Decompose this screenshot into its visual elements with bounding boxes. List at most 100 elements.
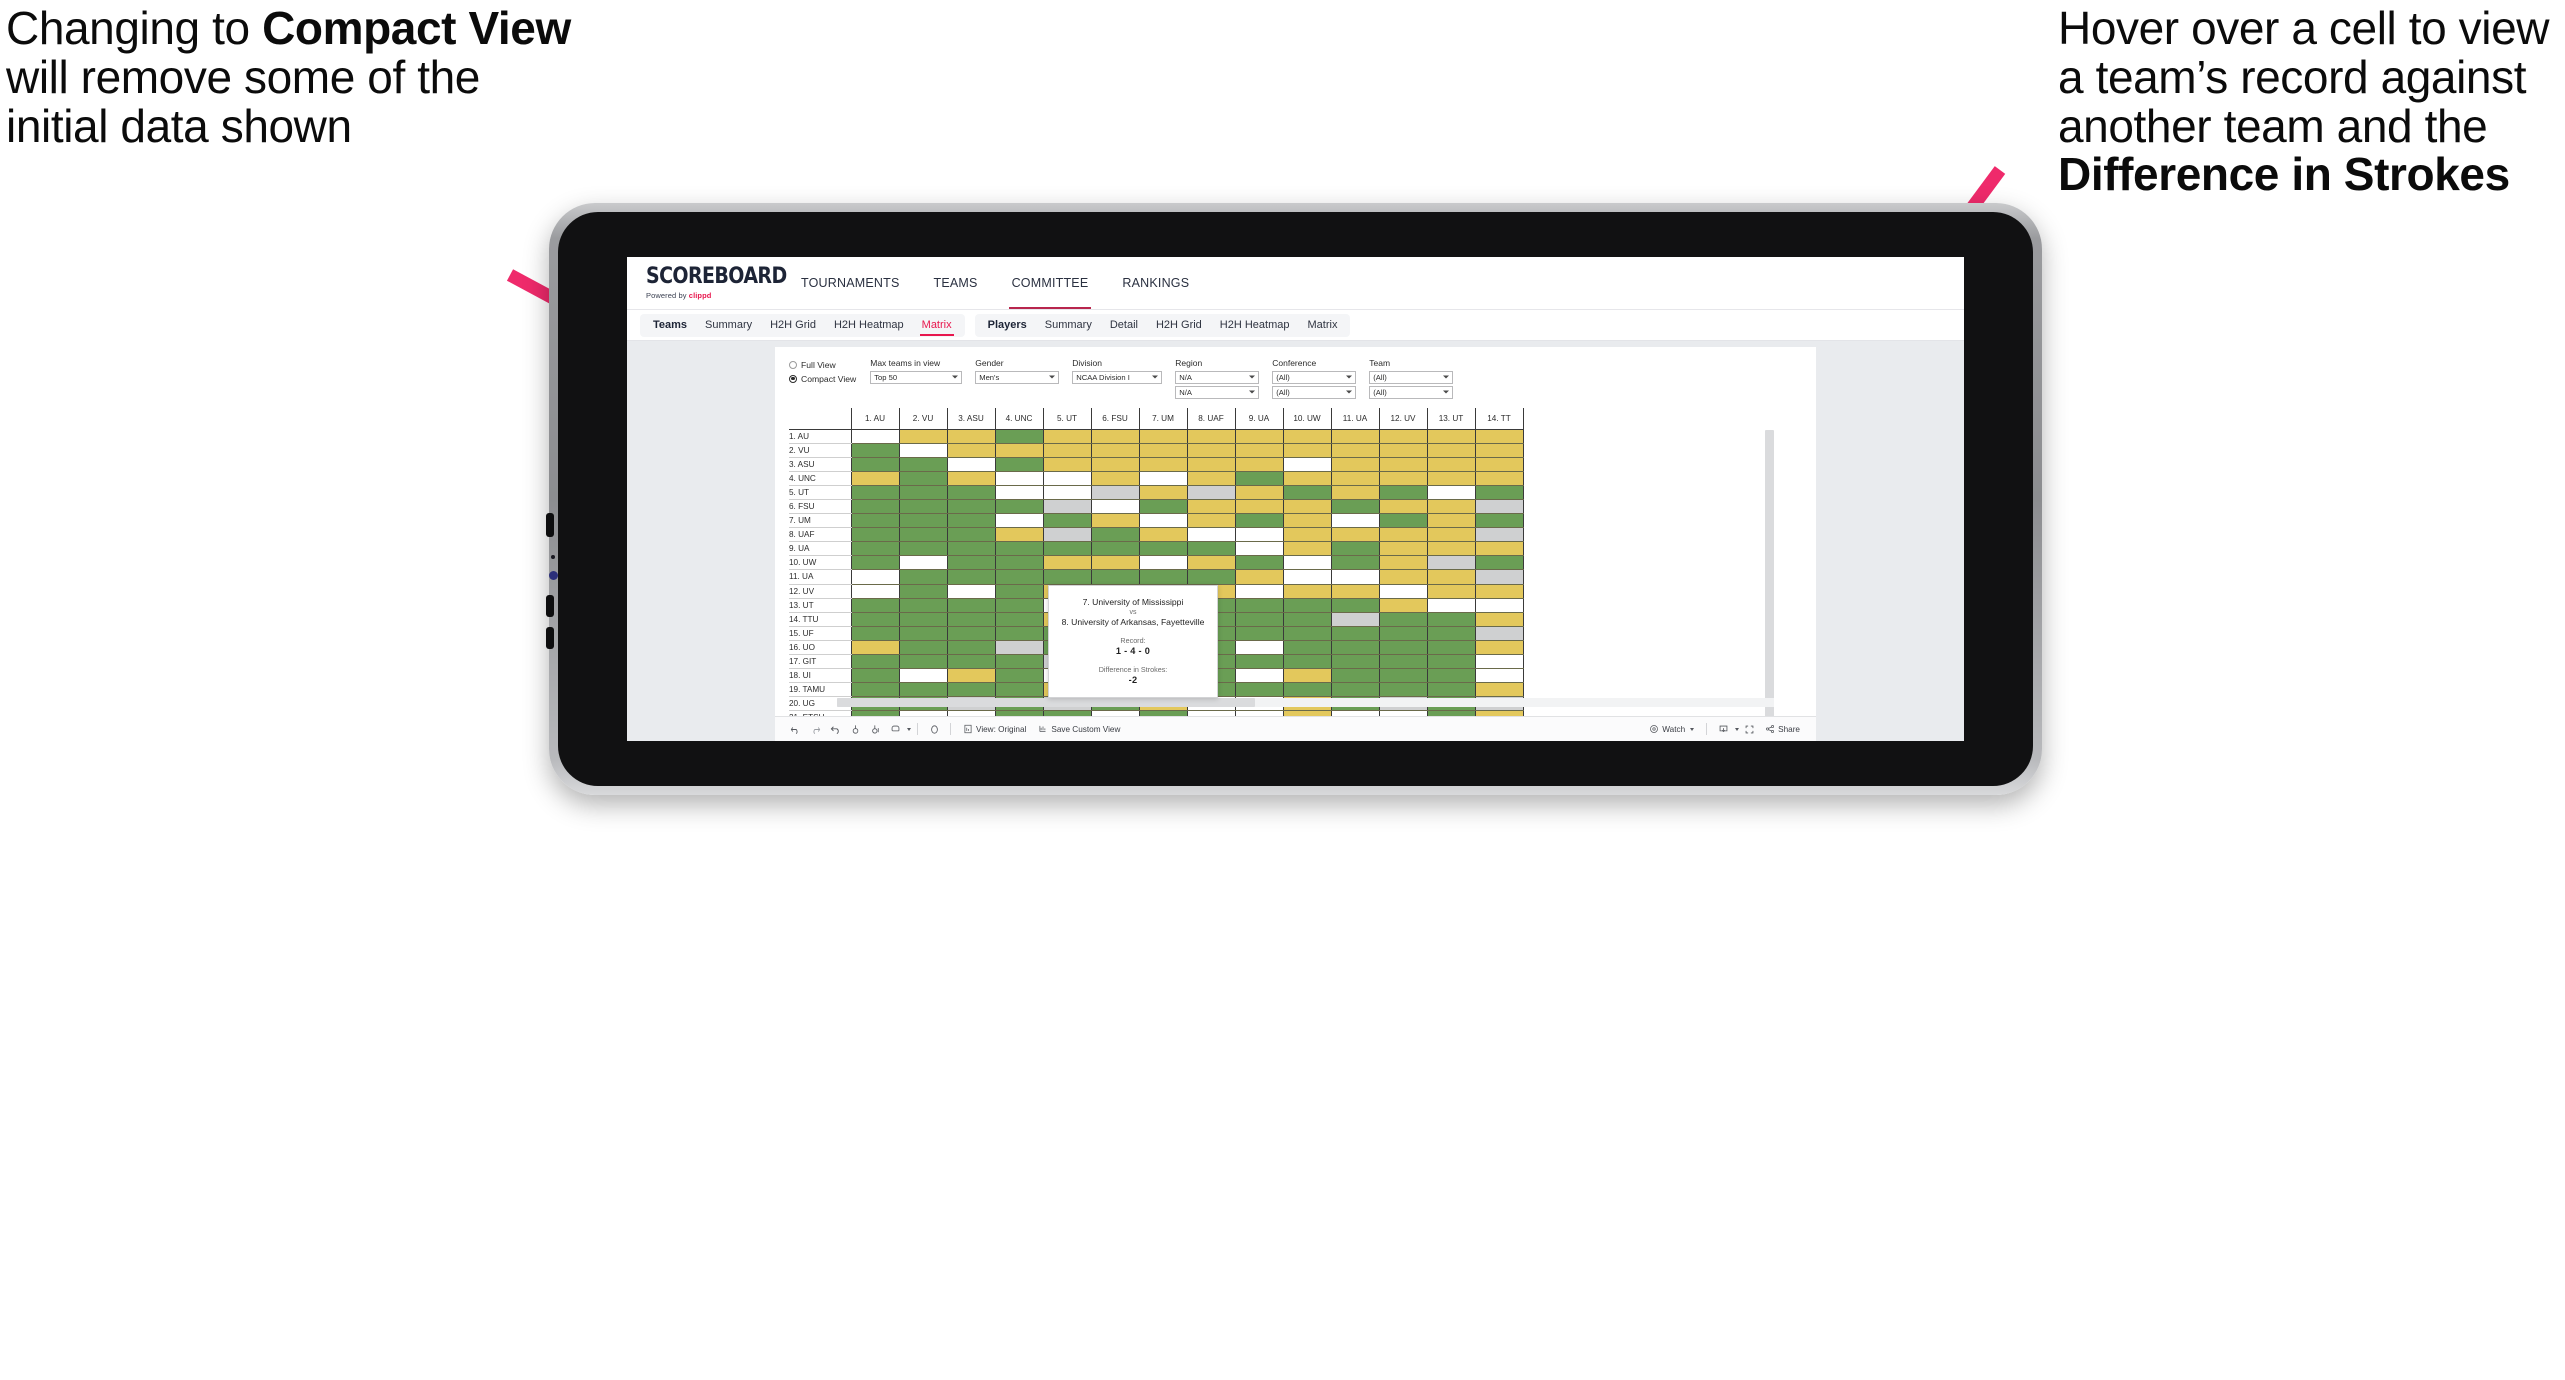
matrix-cell[interactable]: [946, 527, 996, 543]
matrix-cell[interactable]: [1234, 457, 1284, 472]
matrix-cell[interactable]: [1330, 471, 1380, 486]
matrix-cell[interactable]: [1474, 513, 1524, 529]
matrix-cell[interactable]: [1330, 499, 1380, 515]
matrix-cell[interactable]: [1234, 584, 1284, 599]
matrix-cell[interactable]: [1378, 443, 1428, 458]
matrix-cell[interactable]: [1474, 668, 1524, 684]
matrix-cell[interactable]: [1474, 612, 1524, 627]
matrix-cell[interactable]: [1426, 485, 1476, 500]
matrix-cell[interactable]: [1426, 527, 1476, 543]
matrix-cell[interactable]: [1138, 499, 1188, 515]
filter-region-select-2[interactable]: N/A: [1175, 386, 1260, 399]
matrix-cell[interactable]: [1474, 710, 1524, 716]
matrix-cell[interactable]: [994, 457, 1044, 472]
matrix-cell[interactable]: [994, 640, 1044, 656]
matrix-cell[interactable]: [898, 429, 948, 444]
matrix-cell[interactable]: [1330, 485, 1380, 500]
matrix-cell[interactable]: [1474, 682, 1524, 698]
matrix-cell[interactable]: [1474, 457, 1524, 472]
matrix-cell[interactable]: [1330, 555, 1380, 571]
matrix-cell[interactable]: [898, 457, 948, 472]
undo-icon[interactable]: [785, 717, 805, 741]
matrix-cell[interactable]: [1234, 668, 1284, 684]
matrix-cell[interactable]: [1090, 710, 1140, 716]
matrix-cell[interactable]: [1330, 612, 1380, 627]
matrix-cell[interactable]: [1042, 471, 1092, 486]
matrix-cell[interactable]: [898, 555, 948, 571]
matrix-cell[interactable]: [1282, 710, 1332, 716]
filter-division-select[interactable]: NCAA Division I: [1072, 371, 1163, 384]
matrix-cell[interactable]: [1282, 443, 1332, 458]
matrix-cell[interactable]: [850, 541, 900, 557]
matrix-cell[interactable]: [1330, 457, 1380, 472]
matrix-cell[interactable]: [946, 598, 996, 613]
matrix-cell[interactable]: [850, 640, 900, 656]
matrix-cell[interactable]: [1378, 668, 1428, 684]
matrix-cell[interactable]: [1234, 569, 1284, 585]
matrix-cell[interactable]: [946, 457, 996, 472]
device-button-mid[interactable]: [546, 595, 554, 617]
matrix-cell[interactable]: [1426, 682, 1476, 698]
matrix-cell[interactable]: [1090, 513, 1140, 529]
redo-icon[interactable]: [805, 717, 825, 741]
matrix-cell[interactable]: [898, 569, 948, 585]
matrix-cell[interactable]: [946, 541, 996, 557]
matrix-cell[interactable]: [850, 485, 900, 500]
matrix-cell[interactable]: [850, 513, 900, 529]
nav-committee[interactable]: COMMITTEE: [995, 257, 1106, 309]
radio-full-view-icon[interactable]: [789, 361, 797, 369]
matrix-cell[interactable]: [1282, 654, 1332, 670]
matrix-cell[interactable]: [898, 527, 948, 543]
matrix-cell[interactable]: [1426, 640, 1476, 656]
matrix-cell[interactable]: [1378, 429, 1428, 444]
matrix-cell[interactable]: [1426, 513, 1476, 529]
matrix-cell[interactable]: [946, 499, 996, 515]
matrix-cell[interactable]: [1378, 584, 1428, 599]
matrix-cell[interactable]: [1138, 485, 1188, 500]
matrix-cell[interactable]: [946, 569, 996, 585]
matrix-cell[interactable]: [850, 457, 900, 472]
matrix-cell[interactable]: [1330, 584, 1380, 599]
radio-compact-view-icon[interactable]: [789, 374, 797, 383]
matrix-cell[interactable]: [1474, 598, 1524, 613]
scoreboard-logo[interactable]: SCOREBOARD Powered by clippd: [646, 264, 787, 299]
matrix-cell[interactable]: [1138, 471, 1188, 486]
matrix-cell[interactable]: [1234, 471, 1284, 486]
matrix-cell[interactable]: [1426, 471, 1476, 486]
matrix-cell[interactable]: [946, 682, 996, 698]
matrix-cell[interactable]: [946, 555, 996, 571]
matrix-cell[interactable]: [1378, 499, 1428, 515]
matrix-cell[interactable]: [1186, 485, 1236, 500]
matrix-cell[interactable]: [850, 471, 900, 486]
matrix-cell[interactable]: [1138, 443, 1188, 458]
matrix-cell[interactable]: [1330, 569, 1380, 585]
matrix-cell[interactable]: [1138, 541, 1188, 557]
matrix-cell[interactable]: [1042, 443, 1092, 458]
matrix-cell[interactable]: [1426, 429, 1476, 444]
matrix-cell[interactable]: [1378, 654, 1428, 670]
device-button-bottom[interactable]: [546, 627, 554, 649]
matrix-cell[interactable]: [1426, 541, 1476, 557]
matrix-cell[interactable]: [1426, 598, 1476, 613]
matrix-cell[interactable]: [946, 584, 996, 599]
matrix-cell[interactable]: [994, 443, 1044, 458]
matrix-cell[interactable]: [1426, 654, 1476, 670]
matrix-cell[interactable]: [1474, 555, 1524, 571]
matrix-cell[interactable]: [1282, 668, 1332, 684]
matrix-cell[interactable]: [1234, 499, 1284, 515]
matrix-cell[interactable]: [1378, 640, 1428, 656]
matrix-cell[interactable]: [1330, 527, 1380, 543]
matrix-cell[interactable]: [994, 668, 1044, 684]
matrix-cell[interactable]: [898, 513, 948, 529]
matrix-cell[interactable]: [1378, 626, 1428, 641]
tab-teams-h2h-heatmap[interactable]: H2H Heatmap: [825, 314, 913, 337]
matrix-cell[interactable]: [1282, 640, 1332, 656]
matrix-cell[interactable]: [1282, 527, 1332, 543]
tab-teams-summary[interactable]: Summary: [696, 314, 761, 337]
matrix-cell[interactable]: [1474, 471, 1524, 486]
matrix-cell[interactable]: [898, 471, 948, 486]
tab-teams-matrix[interactable]: Matrix: [913, 314, 961, 337]
matrix-cell[interactable]: [994, 654, 1044, 670]
matrix-cell[interactable]: [1090, 541, 1140, 557]
matrix-cell[interactable]: [994, 598, 1044, 613]
